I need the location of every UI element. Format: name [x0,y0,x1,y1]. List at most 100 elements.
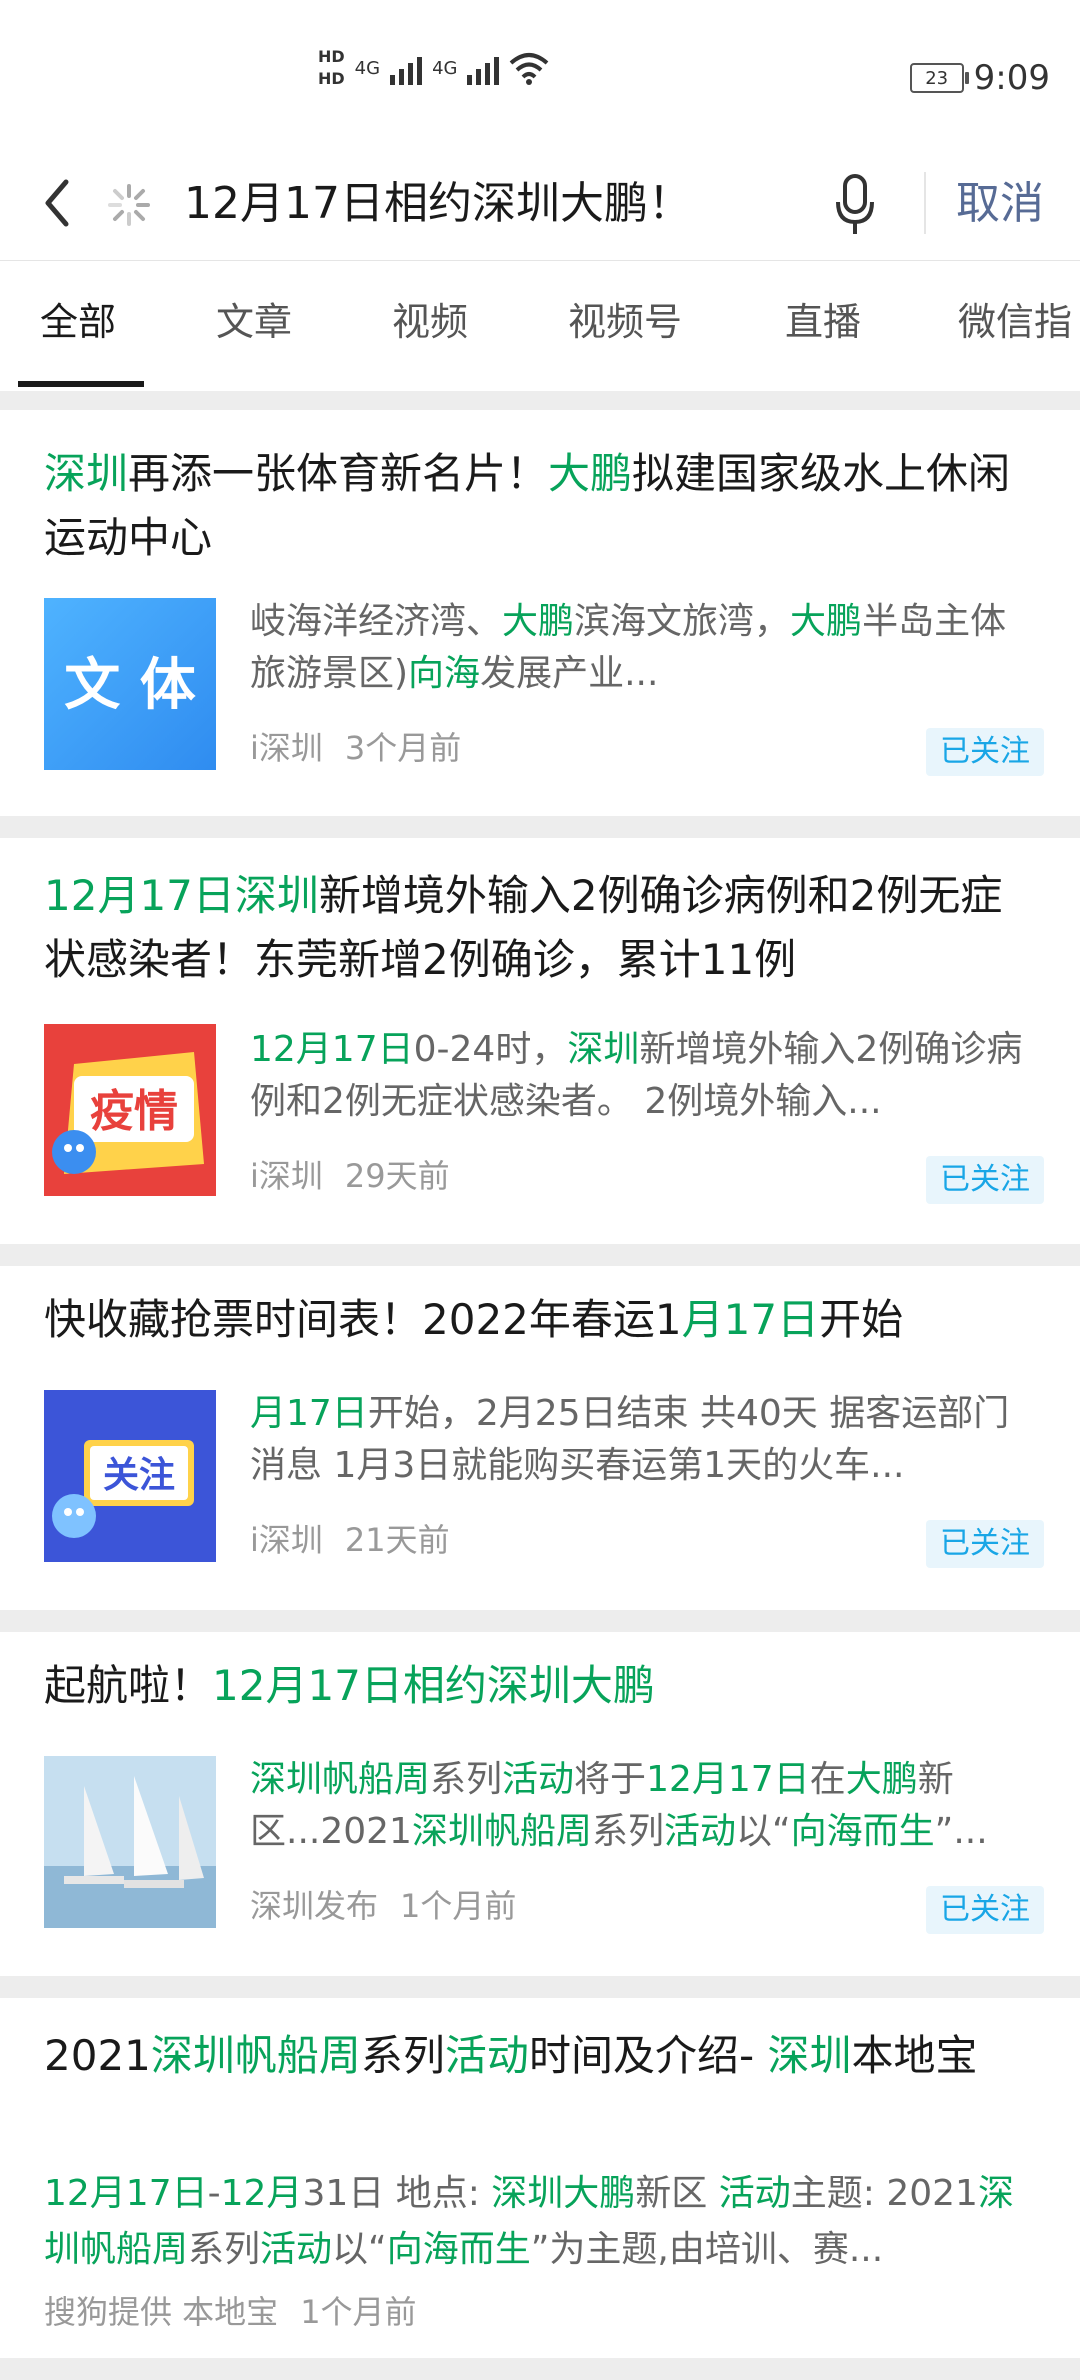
keyword-highlight: 向海而生 [386,2229,531,2270]
battery-icon: 23 [909,63,969,93]
result-snippet: 12月17日0-24时，深圳新增境外输入2例确诊病例和2例无症状感染者。 2例境… [250,1024,1040,1128]
followed-badge: 已关注 [926,1520,1044,1568]
text-segment: 系列 [430,1759,503,1800]
text-segment: 起航啦！ [44,1661,213,1710]
result-thumbnail: 文 体 [44,598,216,770]
culture-sports-thumbnail: 文 体 [44,598,216,770]
result-card[interactable]: 12月17日深圳新增境外输入2例确诊病例和2例无症状感染者！东莞新增2例确诊，累… [0,838,1080,1244]
keyword-highlight: 活动 [663,1811,736,1852]
keyword-highlight: 大鹏 [502,601,575,642]
result-time: 1个月前 [400,1887,517,1925]
keyword-highlight: 深圳帆船周 [411,1811,592,1852]
result-title[interactable]: 2021深圳帆船周系列活动时间及介绍- 深圳本地宝 [44,2024,1044,2088]
text-segment: 系列 [188,2229,261,2270]
category-tabs: 全部 文章 视频 视频号 直播 微信指 [0,261,1080,391]
active-tab-indicator [18,381,144,387]
keyword-highlight: 月17日 [681,1295,820,1344]
hd-indicator: HD HD [318,48,345,88]
result-card[interactable]: 2021深圳帆船周系列活动时间及介绍- 深圳本地宝 12月17日-12月31日 … [0,1998,1080,2358]
result-time: 3个月前 [344,729,462,767]
keyword-highlight: 12月17日 [44,2173,208,2214]
keyword-highlight: 大鹏 [548,449,633,498]
result-title[interactable]: 起航啦！12月17日相约深圳大鹏 [44,1654,1044,1718]
text-segment: 在 [809,1759,846,1800]
keyword-highlight: 12月17日 [646,1759,810,1800]
search-divider [924,172,926,234]
keyword-highlight: 月17日 [250,1393,368,1434]
text-segment: 本地宝 [851,2031,978,2080]
result-source[interactable]: i深圳 [250,729,323,767]
text-segment: 以“ [736,1811,791,1852]
result-snippet: 12月17日-12月31日 地点: 深圳大鹏新区 活动主题: 2021深圳帆船周… [44,2166,1044,2278]
result-snippet: 月17日开始，2月25日结束 共40天 据客运部门消息 1月3日就能购买春运第1… [250,1388,1040,1492]
microphone-icon[interactable] [830,166,880,242]
followed-badge: 已关注 [926,1156,1044,1204]
text-segment: 开始 [819,1295,904,1344]
keyword-highlight: 12月17日相约深圳大鹏 [212,1661,655,1710]
result-meta: i深圳 21天前 [250,1518,450,1562]
result-title[interactable]: 12月17日深圳新增境外输入2例确诊病例和2例无症状感染者！东莞新增2例确诊，累… [44,864,1044,992]
thumbnail-text: 文 体 [64,653,196,718]
keyword-highlight: 12月 [220,2173,303,2214]
result-title[interactable]: 深圳再添一张体育新名片！大鹏拟建国家级水上休闲运动中心 [44,442,1044,570]
search-bar: 12月17日相约深圳大鹏！ 取消 [0,150,1080,261]
thumbnail-text: 关注 [103,1455,175,1496]
text-segment: - [207,2173,221,2214]
search-input[interactable]: 12月17日相约深圳大鹏！ [184,172,692,236]
back-arrow-icon[interactable] [32,168,82,238]
keyword-highlight: 大鹏 [845,1759,918,1800]
text-segment: 0-24时， [413,1029,568,1070]
keyword-highlight: 深圳 [44,449,129,498]
keyword-highlight: 向海而生 [790,1811,935,1852]
hd-label-1: HD [318,47,345,66]
tab-videos[interactable]: 视频 [392,297,468,347]
signal-icon [467,51,500,85]
result-meta: 深圳发布 1个月前 [250,1884,516,1928]
tab-articles[interactable]: 文章 [216,297,292,347]
epidemic-thumbnail: 疫情 [44,1024,216,1196]
text-segment: 以“ [332,2229,387,2270]
text-segment: 新区 [635,2173,719,2214]
tab-channels[interactable]: 视频号 [568,297,682,347]
result-source[interactable]: i深圳 [250,1521,323,1559]
result-thumbnail: 疫情 [44,1024,216,1196]
keyword-highlight: 向海 [408,653,481,694]
result-thumbnail: 关注 [44,1390,216,1562]
result-source[interactable]: i深圳 [250,1157,323,1195]
result-card[interactable]: 快收藏抢票时间表！2022年春运1月17日开始 关注 月17日开始，2月25日结… [0,1266,1080,1610]
text-segment: ”... [934,1811,988,1852]
tab-wechat-index[interactable]: 微信指 [958,297,1072,347]
keyword-highlight: 活动 [444,2031,529,2080]
keyword-highlight: 深圳大鹏 [491,2173,636,2214]
sailing-photo [44,1756,216,1928]
result-source[interactable]: 搜狗提供 本地宝 [44,2293,278,2331]
text-segment: 系列 [360,2031,445,2080]
result-time: 29天前 [344,1157,450,1195]
result-snippet: 岐海洋经济湾、大鹏滨海文旅湾，大鹏半岛主体旅游景区)向海发展产业... [250,596,1040,700]
battery-level: 23 [925,67,949,89]
result-time: 21天前 [344,1521,450,1559]
tab-live[interactable]: 直播 [785,297,861,347]
text-segment: ”为主题,由培训、赛... [530,2229,884,2270]
keyword-highlight: 12月17日 [250,1029,414,1070]
tab-all[interactable]: 全部 [40,297,116,347]
keyword-highlight: 活动 [260,2229,333,2270]
result-source[interactable]: 深圳发布 [250,1887,378,1925]
result-meta: i深圳 3个月前 [250,726,461,770]
text-segment: 发展产业... [480,653,659,694]
status-right: 23 9:09 [909,58,1050,98]
network-type-1: 4G [354,57,381,79]
text-segment: 将于 [574,1759,647,1800]
result-title[interactable]: 快收藏抢票时间表！2022年春运1月17日开始 [44,1288,1044,1352]
network-indicators: HD HD 4G 4G [318,48,549,88]
keyword-highlight: 深圳 [767,2031,852,2080]
result-card[interactable]: 起航啦！12月17日相约深圳大鹏 深圳帆船周系列活动将于12月17日在大鹏新区.… [0,1632,1080,1976]
cancel-button[interactable]: 取消 [956,172,1044,236]
text-segment: 31日 地点: [302,2173,492,2214]
result-time: 1个月前 [300,2293,417,2331]
result-card[interactable]: 深圳再添一张体育新名片！大鹏拟建国家级水上休闲运动中心 文 体 岐海洋经济湾、大… [0,410,1080,816]
keyword-highlight: 活动 [718,2173,791,2214]
followed-badge: 已关注 [926,728,1044,776]
text-segment: 主题: 2021 [790,2173,978,2214]
wifi-icon [510,53,549,85]
